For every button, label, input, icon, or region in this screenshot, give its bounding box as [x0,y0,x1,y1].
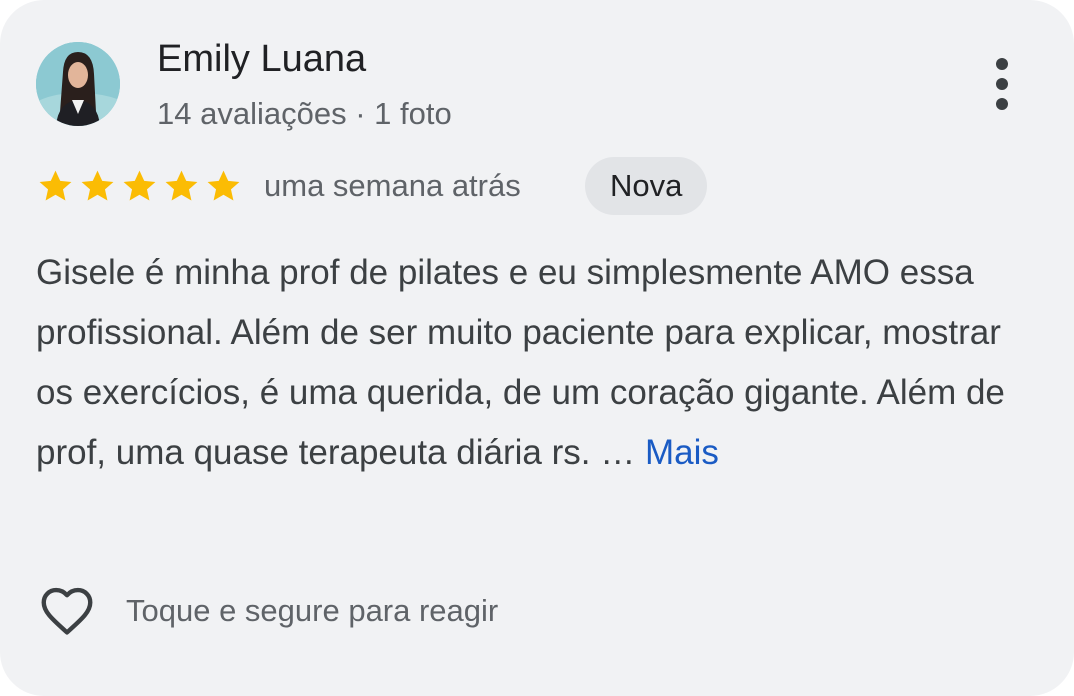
star-icon [39,170,72,201]
star-icon [207,170,240,201]
more-options-button[interactable] [984,56,1020,112]
reviews-count: 14 avaliações [157,96,347,131]
more-vert-icon-dot [996,78,1008,90]
react-hint[interactable]: Toque e segure para reagir [126,590,498,632]
star-rating [36,167,243,206]
heart-outline-icon[interactable] [36,580,98,642]
review-text-block: Gisele é minha prof de pilates e eu simp… [36,243,1036,483]
review-card: Emily Luana 14 avaliações · 1 foto uma s… [0,0,1074,696]
star-icon [81,170,114,201]
read-more-link[interactable]: Mais [645,433,719,472]
new-badge: Nova [585,157,708,215]
more-vert-icon-dot [996,58,1008,70]
photos-count: 1 foto [374,96,452,131]
star-icon [123,170,156,201]
star-icon [165,170,198,201]
more-vert-icon-dot [996,98,1008,110]
meta-separator: · [355,96,366,131]
reviewer-meta[interactable]: 14 avaliações · 1 foto [157,94,452,134]
review-text: Gisele é minha prof de pilates e eu simp… [36,253,1005,472]
reviewer-name[interactable]: Emily Luana [157,36,366,82]
avatar[interactable] [36,42,120,126]
review-date: uma semana atrás [264,168,521,203]
review-ellipsis: … [600,433,636,472]
